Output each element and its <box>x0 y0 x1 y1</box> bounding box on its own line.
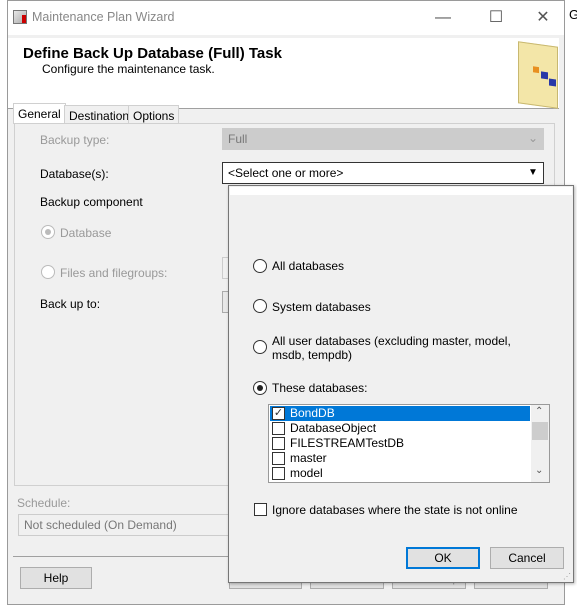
user-databases-label: All user databases (excluding master, mo… <box>272 334 511 362</box>
system-databases-radio[interactable] <box>253 299 267 313</box>
list-item[interactable]: model <box>270 466 530 481</box>
title-bar[interactable]: Maintenance Plan Wizard — ☐ ✕ <box>8 1 564 35</box>
scroll-up-icon[interactable]: ⌃ <box>535 406 543 417</box>
databases-value: <Select one or more> <box>228 166 344 180</box>
these-databases-radio[interactable] <box>253 381 267 395</box>
ignore-offline-checkbox[interactable] <box>254 503 267 516</box>
these-databases-label: These databases: <box>272 381 368 395</box>
all-databases-label: All databases <box>272 259 345 273</box>
checkbox[interactable] <box>272 452 285 465</box>
chevron-down-icon: ⌄ <box>527 131 538 145</box>
user-databases-radio[interactable] <box>253 340 267 354</box>
files-filegroups-label: Files and filegroups: <box>60 266 168 280</box>
list-item[interactable]: master <box>270 451 530 466</box>
window-title: Maintenance Plan Wizard <box>32 10 175 24</box>
wizard-header: Define Back Up Database (Full) Task Conf… <box>8 38 559 109</box>
ok-button[interactable]: OK <box>406 547 480 569</box>
resize-grip-icon[interactable]: ⋰ <box>563 572 571 581</box>
minimize-button[interactable]: — <box>423 5 463 31</box>
backup-type-value: Full <box>228 132 248 146</box>
scroll-thumb[interactable] <box>532 422 548 440</box>
page-subtitle: Configure the maintenance task. <box>42 62 215 76</box>
list-item[interactable]: DatabaseObject <box>270 421 530 436</box>
database-name: FILESTREAMTestDB <box>290 436 405 450</box>
database-radio-label: Database <box>60 226 112 240</box>
databases-label: Database(s): <box>40 167 109 181</box>
database-list[interactable]: ✓ BondDB DatabaseObject FILESTREAMTestDB … <box>268 404 550 483</box>
schedule-field[interactable]: Not scheduled (On Demand) <box>18 514 238 536</box>
close-button[interactable]: ✕ <box>523 5 563 31</box>
tab-destination[interactable]: Destination <box>64 105 135 124</box>
page-title: Define Back Up Database (Full) Task <box>23 45 282 62</box>
database-selection-popup: All databases System databases All user … <box>228 185 574 583</box>
list-item[interactable]: ✓ BondDB <box>270 406 530 421</box>
backup-type-label: Backup type: <box>40 133 110 147</box>
backup-to-label: Back up to: <box>40 297 101 311</box>
help-button[interactable]: Help <box>20 567 92 589</box>
list-item[interactable]: FILESTREAMTestDB <box>270 436 530 451</box>
app-icon <box>13 10 27 24</box>
wizard-graphic-icon <box>518 41 558 109</box>
databases-select[interactable]: <Select one or more> ▼ <box>222 162 544 184</box>
database-name: model <box>290 466 323 480</box>
backup-type-select[interactable]: Full ⌄ <box>222 128 544 150</box>
checkbox[interactable] <box>272 422 285 435</box>
dropdown-arrow-icon[interactable]: ▼ <box>523 163 543 183</box>
database-name: BondDB <box>290 406 335 420</box>
all-databases-radio[interactable] <box>253 259 267 273</box>
ignore-offline-label: Ignore databases where the state is not … <box>272 503 518 517</box>
maximize-button[interactable]: ☐ <box>476 5 516 31</box>
background-text: G <box>569 7 577 22</box>
checkbox-checked[interactable]: ✓ <box>272 407 285 420</box>
tab-general[interactable]: General <box>13 103 66 124</box>
database-name: DatabaseObject <box>290 421 377 435</box>
tab-options[interactable]: Options <box>128 105 180 124</box>
checkbox[interactable] <box>272 437 285 450</box>
popup-cancel-button[interactable]: Cancel <box>490 547 564 569</box>
database-name: master <box>290 451 327 465</box>
scroll-down-icon[interactable]: ⌄ <box>535 465 543 476</box>
files-filegroups-radio[interactable] <box>41 265 55 279</box>
checkbox[interactable] <box>272 467 285 480</box>
scrollbar[interactable]: ⌃ ⌄ <box>531 405 549 482</box>
database-radio[interactable] <box>41 225 55 239</box>
backup-component-label: Backup component <box>40 195 143 209</box>
schedule-label: Schedule: <box>17 496 71 510</box>
system-databases-label: System databases <box>272 300 371 314</box>
